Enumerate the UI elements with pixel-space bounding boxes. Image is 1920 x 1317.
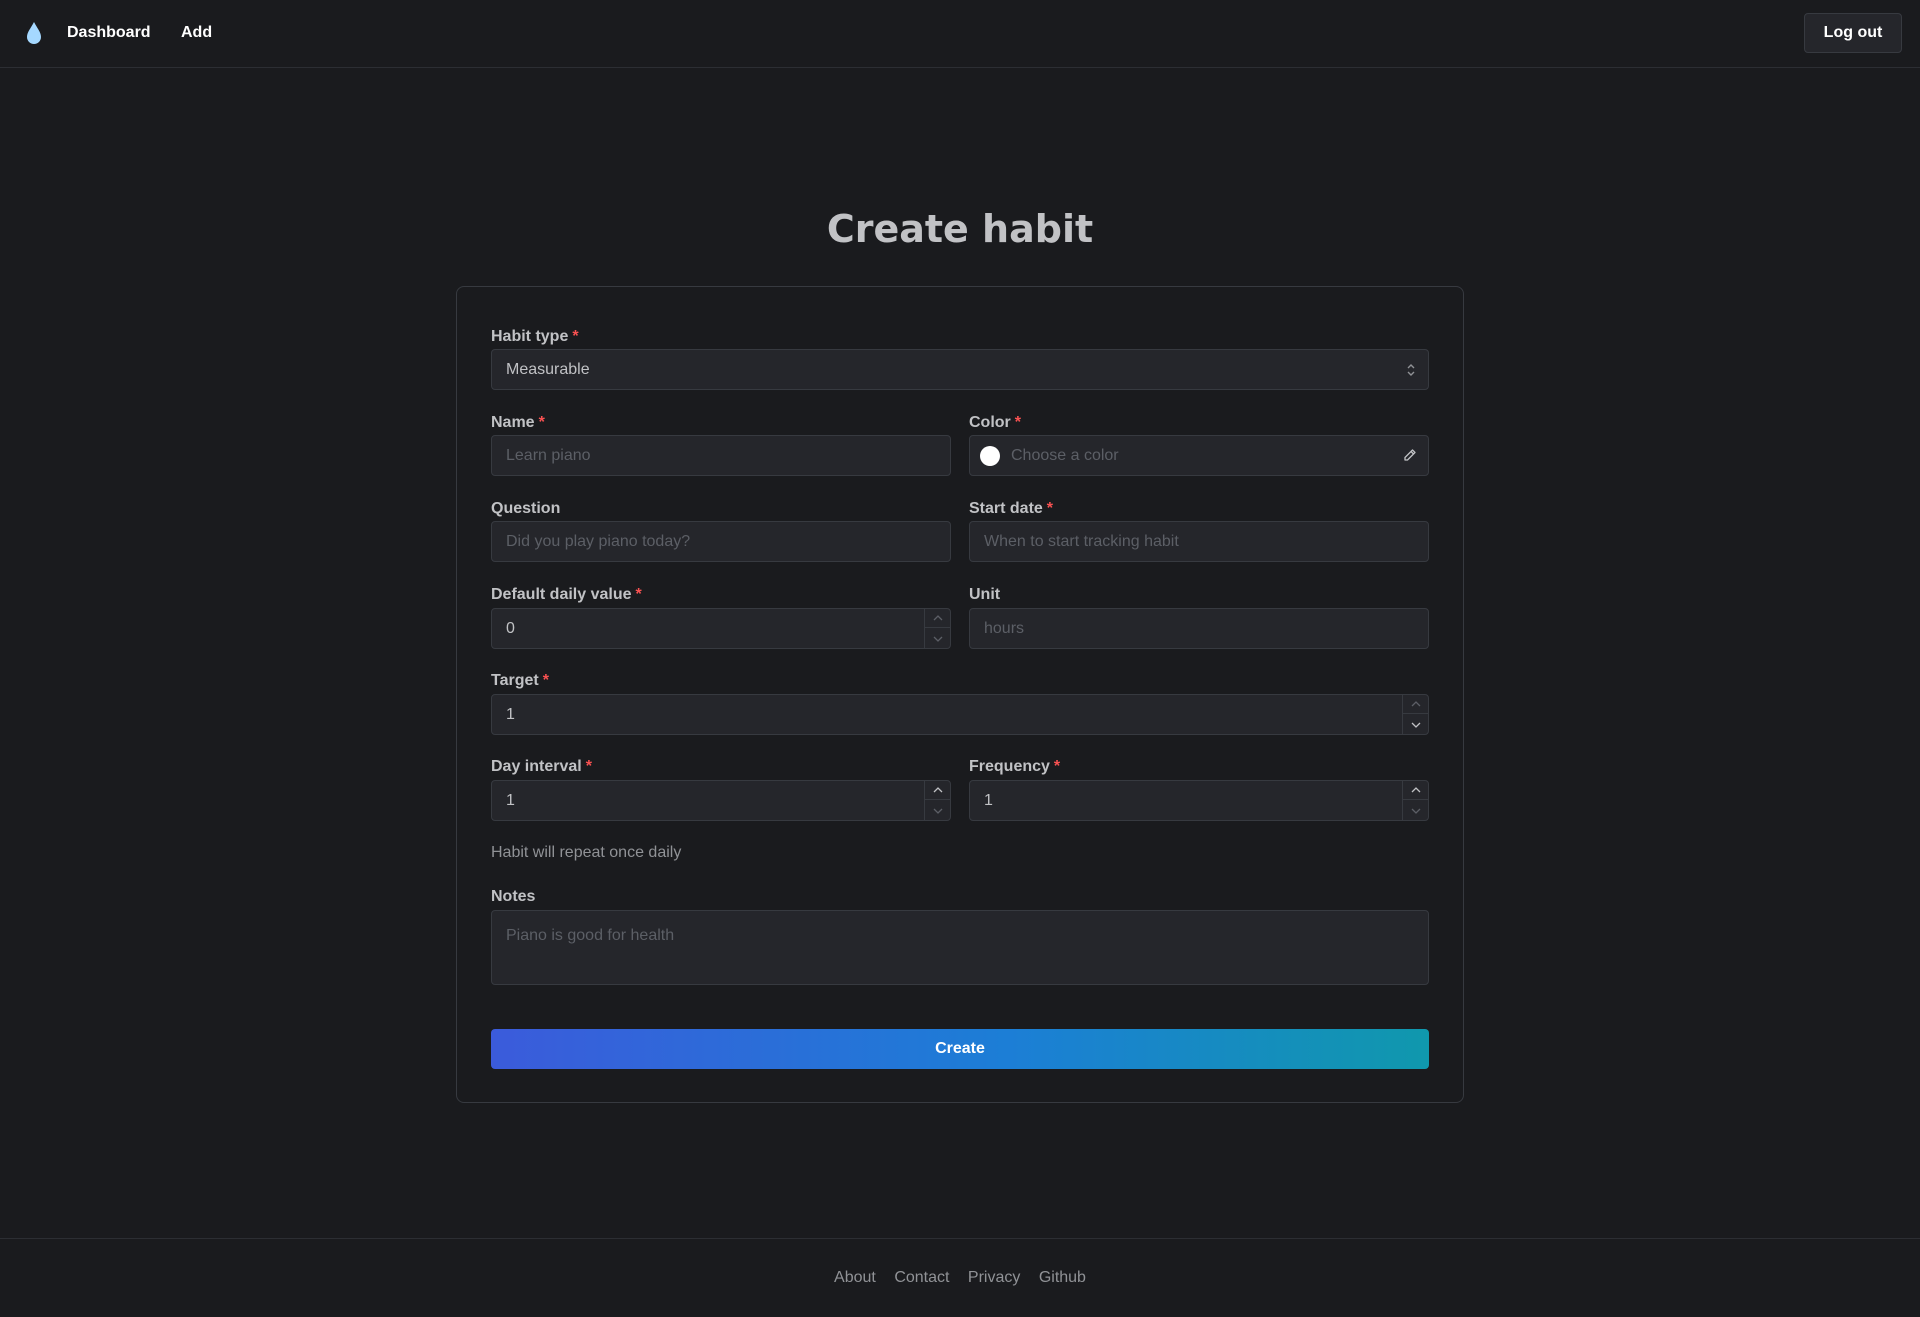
habit-type-label-text: Habit type (491, 328, 569, 345)
required-marker: * (1053, 758, 1061, 775)
footer: About Contact Privacy Github (0, 1238, 1920, 1317)
required-marker: * (542, 672, 549, 689)
color-label: Color * (969, 413, 1021, 433)
decrement-button[interactable] (925, 629, 950, 648)
day-interval-value: 1 (506, 792, 515, 809)
habit-type-select[interactable]: Measurable (491, 349, 1429, 390)
habit-type-label: Habit type * (491, 327, 579, 347)
unit-label: Unit (969, 586, 1001, 603)
decrement-button[interactable] (1403, 801, 1428, 820)
notes-placeholder: Piano is good for health (506, 927, 675, 944)
required-marker: * (538, 414, 545, 431)
required-marker: * (572, 328, 579, 345)
footer-link-github[interactable]: Github (1039, 1269, 1086, 1286)
number-stepper (924, 609, 950, 648)
increment-button[interactable] (925, 609, 950, 628)
frequency-label: Frequency * (969, 757, 1060, 777)
start-date-placeholder: When to start tracking habit (984, 533, 1179, 550)
droplet-icon[interactable] (24, 20, 44, 46)
question-placeholder: Did you play piano today? (506, 533, 691, 550)
target-value: 1 (506, 706, 515, 723)
required-marker: * (1014, 414, 1022, 431)
frequency-label-text: Frequency (969, 758, 1050, 775)
color-input[interactable]: Choose a color (969, 435, 1429, 476)
day-interval-input[interactable]: 1 (491, 780, 951, 821)
number-stepper (924, 781, 950, 820)
decrement-button[interactable] (1403, 715, 1428, 734)
number-stepper (1402, 695, 1428, 734)
target-label: Target * (491, 671, 549, 691)
color-swatch[interactable] (980, 446, 1000, 466)
name-label: Name * (491, 413, 545, 433)
start-date-input[interactable]: When to start tracking habit (969, 521, 1429, 562)
nav-dashboard-link[interactable]: Dashboard (67, 23, 151, 43)
color-placeholder: Choose a color (1011, 447, 1119, 464)
notes-label: Notes (491, 888, 536, 905)
chevron-down-icon (933, 636, 942, 642)
target-input[interactable]: 1 (491, 694, 1429, 735)
habit-type-value: Measurable (506, 361, 590, 378)
default-daily-value-label: Default daily value * (491, 585, 642, 605)
chevron-down-icon (933, 808, 942, 814)
decrement-button[interactable] (925, 801, 950, 820)
question-input[interactable]: Did you play piano today? (491, 521, 951, 562)
start-date-label-text: Start date (969, 500, 1043, 517)
top-navbar: Dashboard Add Log out (0, 0, 1920, 68)
increment-button[interactable] (925, 781, 950, 800)
frequency-input[interactable]: 1 (969, 780, 1429, 821)
default-daily-value-input[interactable]: 0 (491, 608, 951, 649)
footer-link-about[interactable]: About (834, 1269, 876, 1286)
required-marker: * (585, 758, 592, 775)
chevron-up-icon (1411, 701, 1420, 707)
increment-button[interactable] (1403, 781, 1428, 800)
chevron-up-icon (933, 615, 942, 621)
number-stepper (1402, 781, 1428, 820)
day-interval-label-text: Day interval (491, 758, 582, 775)
unit-placeholder: hours (984, 620, 1025, 637)
create-habit-form: Habit type * Measurable Name * Learn piano… (456, 286, 1464, 1103)
chevron-up-icon (933, 787, 942, 793)
chevron-down-icon (1411, 722, 1420, 728)
target-label-text: Target (491, 672, 539, 689)
notes-textarea[interactable]: Piano is good for health (491, 910, 1429, 985)
name-placeholder: Learn piano (506, 447, 591, 464)
default-daily-value-label-text: Default daily value (491, 586, 632, 603)
page-title: Create habit (826, 207, 1094, 251)
required-marker: * (1046, 500, 1054, 517)
increment-button[interactable] (1403, 695, 1428, 714)
color-label-text: Color (969, 414, 1011, 431)
required-marker: * (635, 586, 642, 603)
nav-add-link[interactable]: Add (181, 23, 212, 43)
logout-button[interactable]: Log out (1804, 13, 1902, 53)
repeat-hint: Habit will repeat once daily (491, 844, 682, 861)
chevron-up-down-icon (1407, 364, 1415, 376)
frequency-value: 1 (984, 792, 993, 809)
question-label: Question (491, 500, 561, 517)
color-picker-icon[interactable] (1402, 447, 1418, 463)
name-input[interactable]: Learn piano (491, 435, 951, 476)
footer-links: About Contact Privacy Github (0, 1268, 1920, 1288)
unit-input[interactable]: hours (969, 608, 1429, 649)
create-button[interactable]: Create (491, 1029, 1429, 1069)
start-date-label: Start date * (969, 499, 1053, 519)
day-interval-label: Day interval * (491, 757, 592, 777)
name-label-text: Name (491, 414, 535, 431)
footer-link-privacy[interactable]: Privacy (968, 1269, 1020, 1286)
chevron-down-icon (1411, 808, 1420, 814)
footer-link-contact[interactable]: Contact (894, 1269, 949, 1286)
chevron-up-icon (1411, 787, 1420, 793)
default-daily-value: 0 (506, 620, 515, 637)
